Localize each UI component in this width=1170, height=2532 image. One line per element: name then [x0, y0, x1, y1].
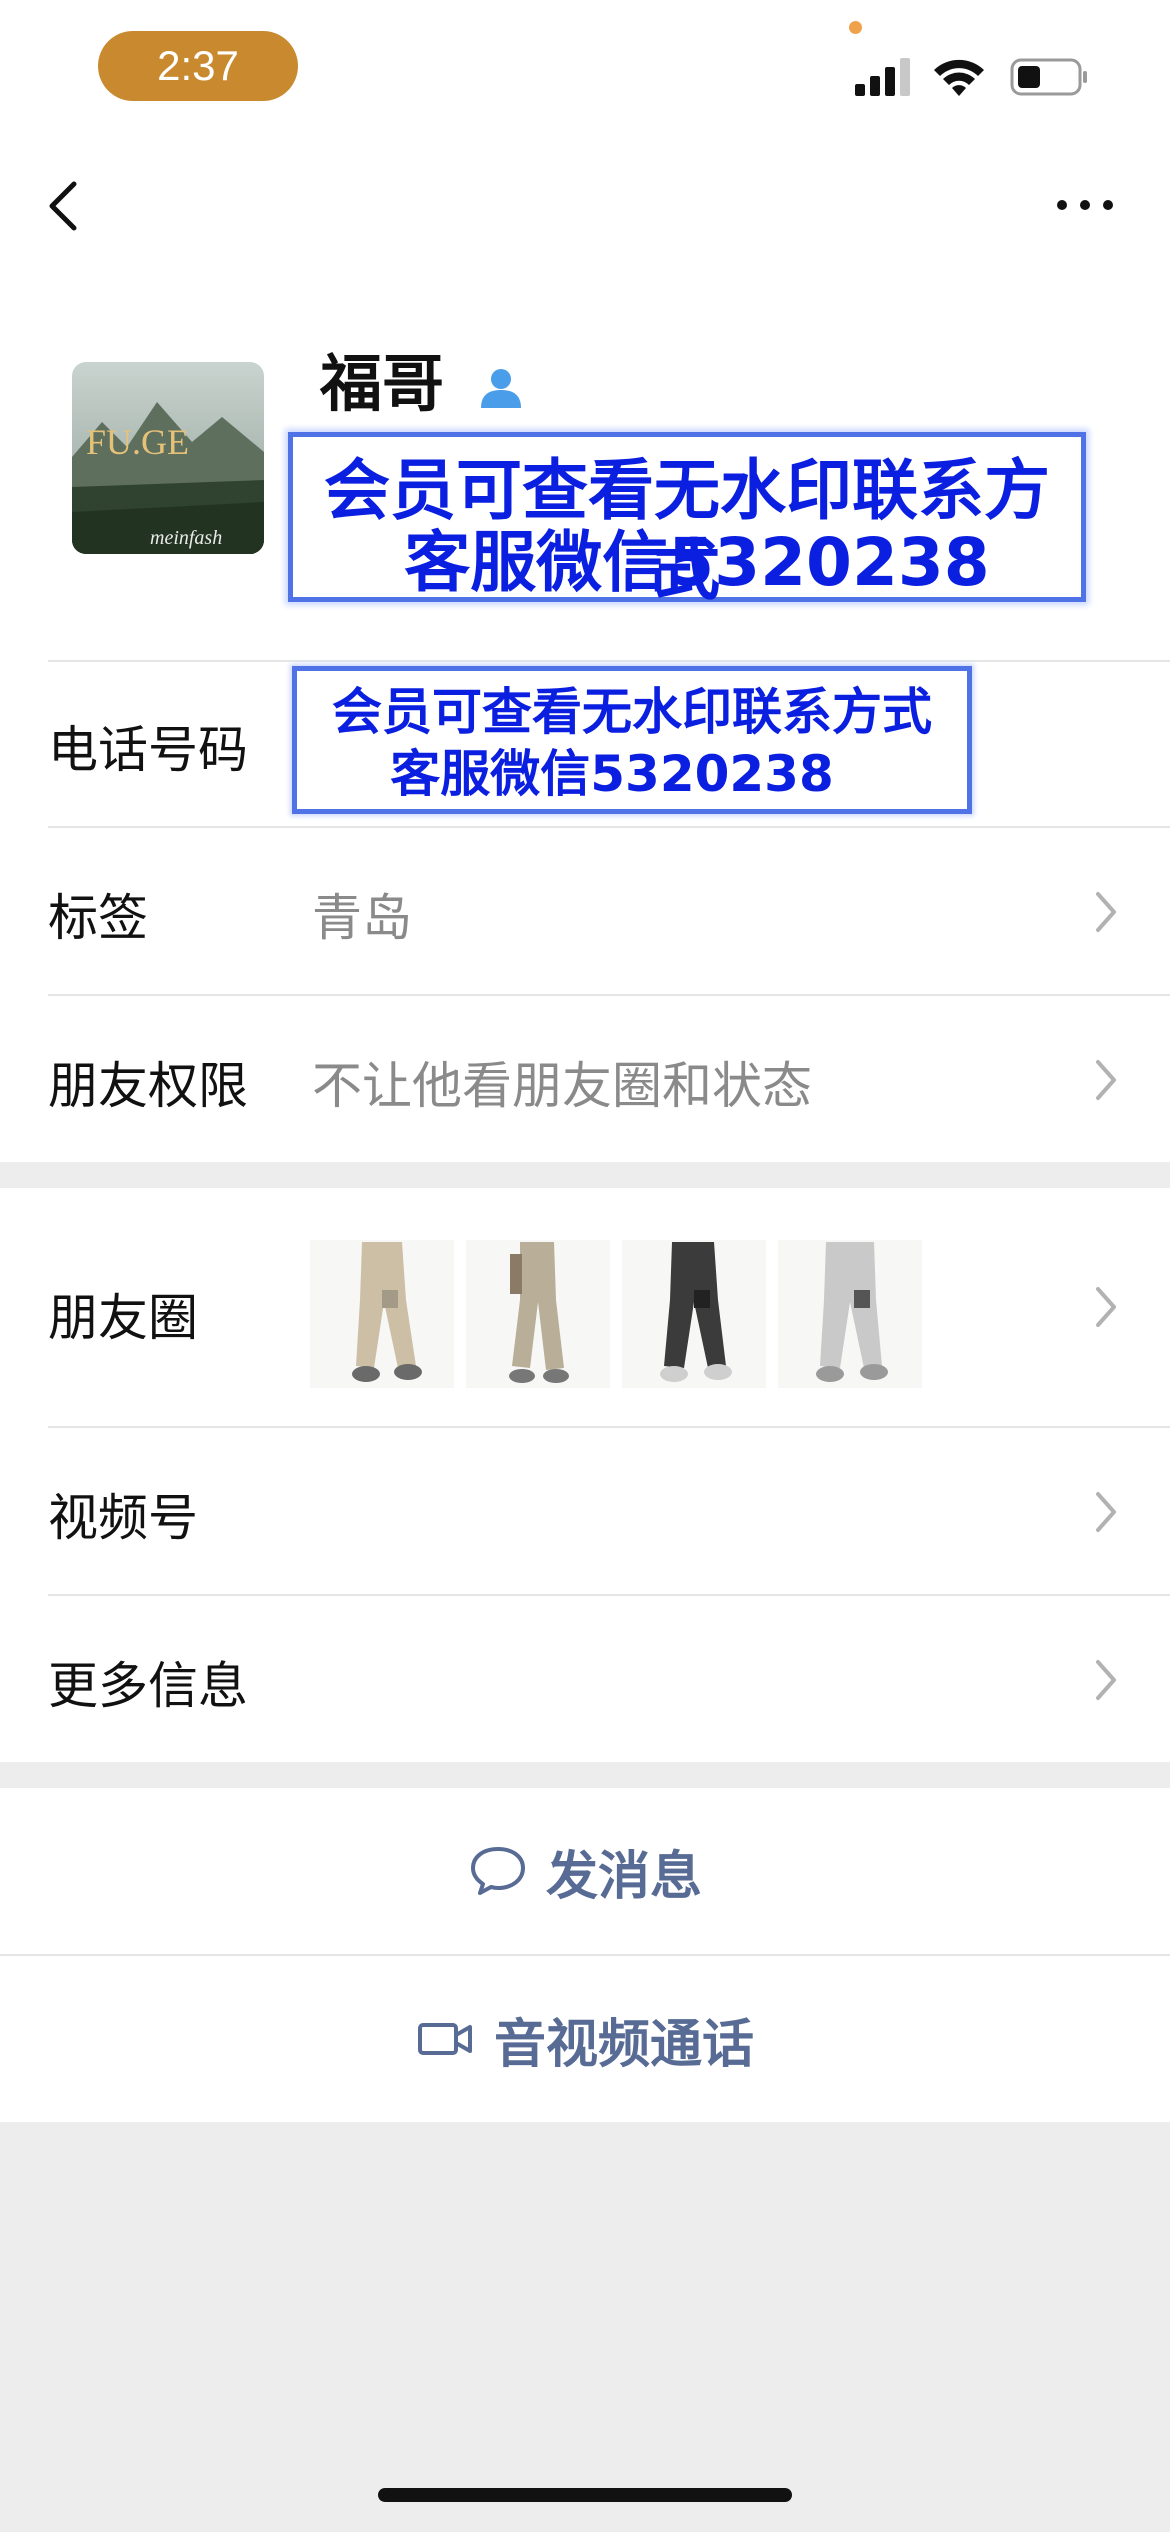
- watermark-overlay-small: 会员可查看无水印联系方式 客服微信5320238: [292, 666, 972, 814]
- row-more-info[interactable]: 更多信息: [0, 1596, 1170, 1762]
- privacy-indicator-dot: [849, 21, 862, 34]
- avatar[interactable]: FU.GE meinfash: [72, 362, 264, 554]
- watermark-overlay-large: 会员可查看无水印联系方式 客服微信5320238: [288, 432, 1086, 609]
- status-time: 2:37: [98, 31, 298, 101]
- row-label: 标签: [48, 889, 148, 947]
- row-phone-number[interactable]: 电话号码 会员可查看无水印联系方式 客服微信5320238: [0, 660, 1170, 826]
- person-icon: [481, 369, 521, 408]
- navigation-bar: [0, 130, 1170, 280]
- row-label: 视频号: [48, 1489, 198, 1547]
- contact-info-section: 电话号码 会员可查看无水印联系方式 客服微信5320238 标签 青岛 朋友权限…: [0, 660, 1170, 1162]
- moments-thumbnail: [778, 1240, 922, 1388]
- home-indicator[interactable]: [378, 2488, 792, 2502]
- row-label: 电话号码: [48, 721, 248, 779]
- status-bar: 2:37: [0, 0, 1170, 130]
- row-friend-permissions[interactable]: 朋友权限 不让他看朋友圈和状态: [0, 996, 1170, 1162]
- watermark-line-2: 客服微信5320238: [390, 745, 834, 803]
- moments-thumbnail: [622, 1240, 766, 1388]
- chat-bubble-icon: [470, 1847, 525, 1895]
- chevron-right-icon: [1096, 1660, 1116, 1700]
- row-label: 朋友权限: [48, 1057, 248, 1115]
- moments-thumbnail: [310, 1240, 454, 1388]
- row-moments[interactable]: 朋友圈: [0, 1188, 1170, 1426]
- watermark-line-1: 会员可查看无水印联系方式: [332, 683, 932, 741]
- moments-thumbnail: [466, 1240, 610, 1388]
- row-channels[interactable]: 视频号: [0, 1428, 1170, 1594]
- video-call-label: 音视频通话: [493, 2014, 754, 2075]
- send-message-label: 发消息: [545, 1846, 702, 1907]
- chevron-right-icon: [1096, 1287, 1116, 1327]
- chevron-left-icon[interactable]: [44, 176, 84, 236]
- battery-icon: [1010, 58, 1087, 96]
- chevron-right-icon: [1096, 1060, 1116, 1100]
- row-value: 青岛: [312, 889, 412, 947]
- send-message-button[interactable]: 发消息: [0, 1788, 1170, 1954]
- avatar-script-text: meinfash: [150, 527, 222, 549]
- row-value: 不让他看朋友圈和状态: [312, 1057, 812, 1115]
- signal-icon: [855, 58, 910, 96]
- avatar-logo-text: FU.GE: [86, 422, 189, 462]
- row-label: 更多信息: [48, 1657, 248, 1715]
- chevron-right-icon: [1096, 1492, 1116, 1532]
- watermark-line-2: 客服微信5320238: [404, 524, 990, 601]
- contact-profile-screen: 2:37 FU.GE meinfash 福哥 会员可查看无水印联系方式 客服微信…: [0, 0, 1170, 2532]
- contact-name: 福哥: [320, 347, 445, 420]
- profile-header: FU.GE meinfash 福哥 会员可查看无水印联系方式 客服微信53202…: [0, 280, 1170, 660]
- video-camera-icon: [417, 2023, 472, 2055]
- chevron-right-icon: [1096, 892, 1116, 932]
- contact-content-section: 朋友圈 视频号 更多信息: [0, 1188, 1170, 1762]
- row-tags[interactable]: 标签 青岛: [0, 828, 1170, 994]
- ellipsis-icon[interactable]: [1056, 190, 1114, 220]
- wifi-icon: [934, 59, 984, 96]
- video-call-button[interactable]: 音视频通话: [0, 1956, 1170, 2122]
- row-label: 朋友圈: [48, 1289, 198, 1347]
